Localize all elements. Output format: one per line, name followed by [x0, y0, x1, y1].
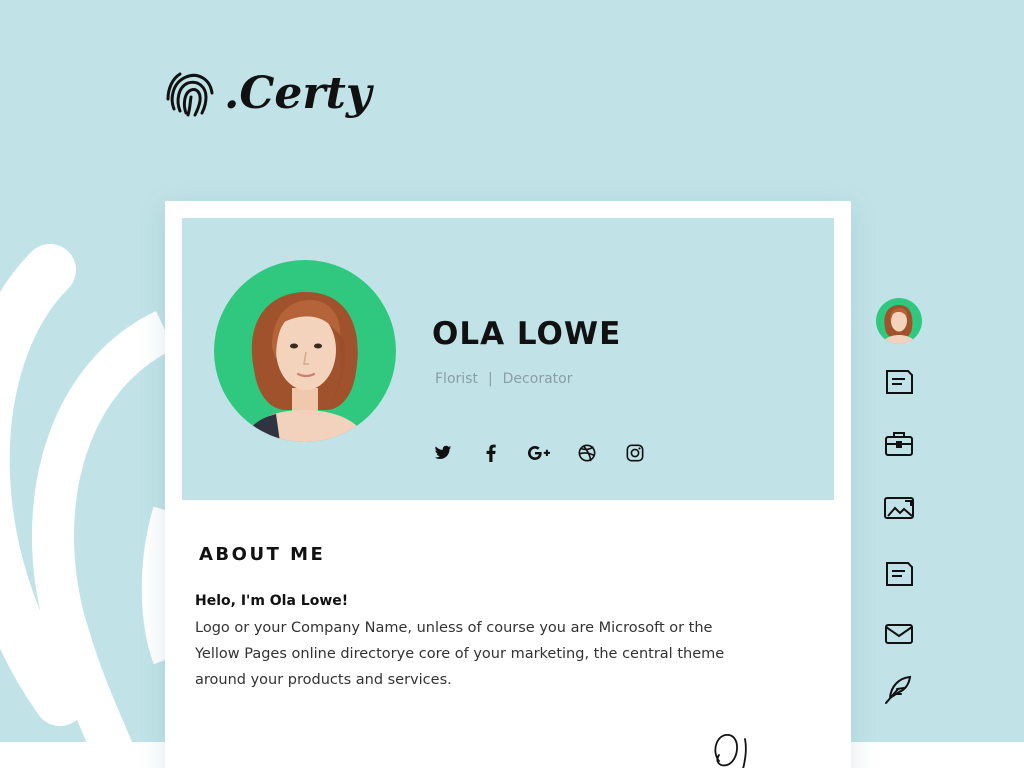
side-navigation: [876, 298, 922, 706]
person-illustration: [242, 292, 368, 442]
dribbble-icon[interactable]: [576, 442, 598, 464]
about-title: ABOUT ME: [199, 544, 326, 565]
role-florist: Florist: [435, 371, 478, 387]
twitter-icon[interactable]: [432, 442, 454, 464]
brand-name: .Certy: [224, 68, 372, 119]
about-greeting: Helo, I'm Ola Lowe!: [195, 593, 349, 609]
avatar: [882, 305, 916, 344]
instagram-icon[interactable]: [624, 442, 646, 464]
profile-photo: [214, 260, 396, 442]
fingerprint-icon: [166, 72, 214, 116]
facebook-icon[interactable]: [480, 442, 502, 464]
page-background: .Certy OLA LOWE Florist | Decorator ABOU…: [0, 0, 1024, 768]
nav-portfolio-briefcase-icon[interactable]: [883, 428, 915, 460]
nav-gallery-image-icon[interactable]: [883, 492, 915, 524]
signature-image: [714, 734, 747, 768]
google-plus-icon[interactable]: [528, 442, 550, 464]
profile-card: OLA LOWE Florist | Decorator ABOUT ME He…: [165, 201, 851, 768]
about-body: Logo or your Company Name, unless of cou…: [195, 620, 725, 688]
nav-profile-avatar[interactable]: [876, 298, 922, 344]
nav-resume-document-icon[interactable]: [883, 366, 915, 398]
nav-write-feather-icon[interactable]: [883, 674, 915, 706]
role-separator: |: [487, 371, 493, 387]
profile-header: OLA LOWE Florist | Decorator: [182, 218, 834, 500]
nav-blog-document-icon[interactable]: [883, 558, 915, 590]
profile-name: OLA LOWE: [432, 316, 622, 352]
role-decorator: Decorator: [502, 371, 573, 387]
brand-logo[interactable]: .Certy: [166, 68, 371, 119]
profile-roles: Florist | Decorator: [435, 371, 572, 387]
social-links: [432, 442, 646, 464]
nav-contact-mail-icon[interactable]: [883, 618, 915, 650]
